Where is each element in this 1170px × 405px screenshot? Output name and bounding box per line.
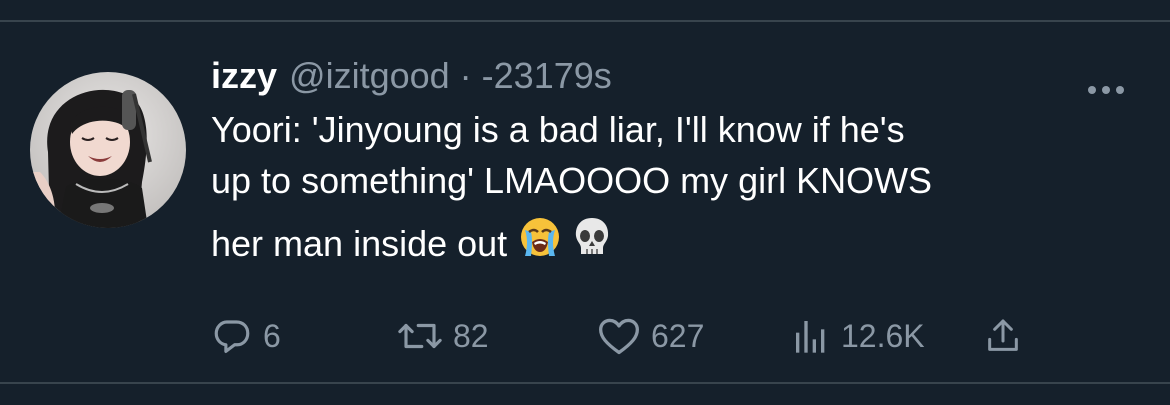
header-separator: ·: [459, 55, 472, 96]
avatar[interactable]: [30, 72, 186, 228]
retweet-count: 82: [453, 317, 489, 354]
reply-count: 6: [263, 317, 281, 354]
tweet-text-line: her man inside out: [211, 223, 508, 264]
tweet-text: Yoori: 'Jinyoung is a bad liar, I'll kno…: [211, 104, 1111, 271]
like-count: 627: [651, 317, 705, 354]
share-icon: [983, 315, 1023, 357]
loudly-crying-face-icon: [519, 216, 561, 271]
avatar-image: [30, 72, 186, 228]
more-options-icon[interactable]: [1086, 80, 1126, 100]
tweet-actions: 6 82 627 12.6K: [211, 312, 1051, 360]
views-chart-icon: [791, 315, 831, 357]
like-button[interactable]: 627: [597, 312, 704, 360]
skull-icon: [573, 216, 611, 271]
tweet-text-line-last: her man inside out: [211, 216, 1111, 271]
retweet-button[interactable]: 82: [397, 312, 489, 360]
user-handle[interactable]: @izitgood: [289, 52, 450, 100]
bottom-divider: [0, 382, 1170, 384]
tweet[interactable]: izzy @izitgood · -23179s Yoori: 'Jinyoun…: [0, 22, 1170, 382]
heart-icon: [597, 315, 641, 357]
share-button[interactable]: [983, 312, 1023, 360]
tweet-header: izzy @izitgood · -23179s: [211, 52, 612, 100]
timestamp[interactable]: -23179s: [482, 52, 612, 100]
tweet-text-line: Yoori: 'Jinyoung is a bad liar, I'll kno…: [211, 109, 905, 150]
views-button[interactable]: 12.6K: [791, 312, 925, 360]
view-count: 12.6K: [841, 317, 925, 354]
reply-button[interactable]: 6: [211, 312, 281, 360]
reply-icon: [211, 315, 253, 357]
tweet-text-line: up to something' LMAOOOO my girl KNOWS: [211, 160, 933, 201]
retweet-icon: [397, 315, 443, 357]
display-name[interactable]: izzy: [211, 52, 277, 100]
